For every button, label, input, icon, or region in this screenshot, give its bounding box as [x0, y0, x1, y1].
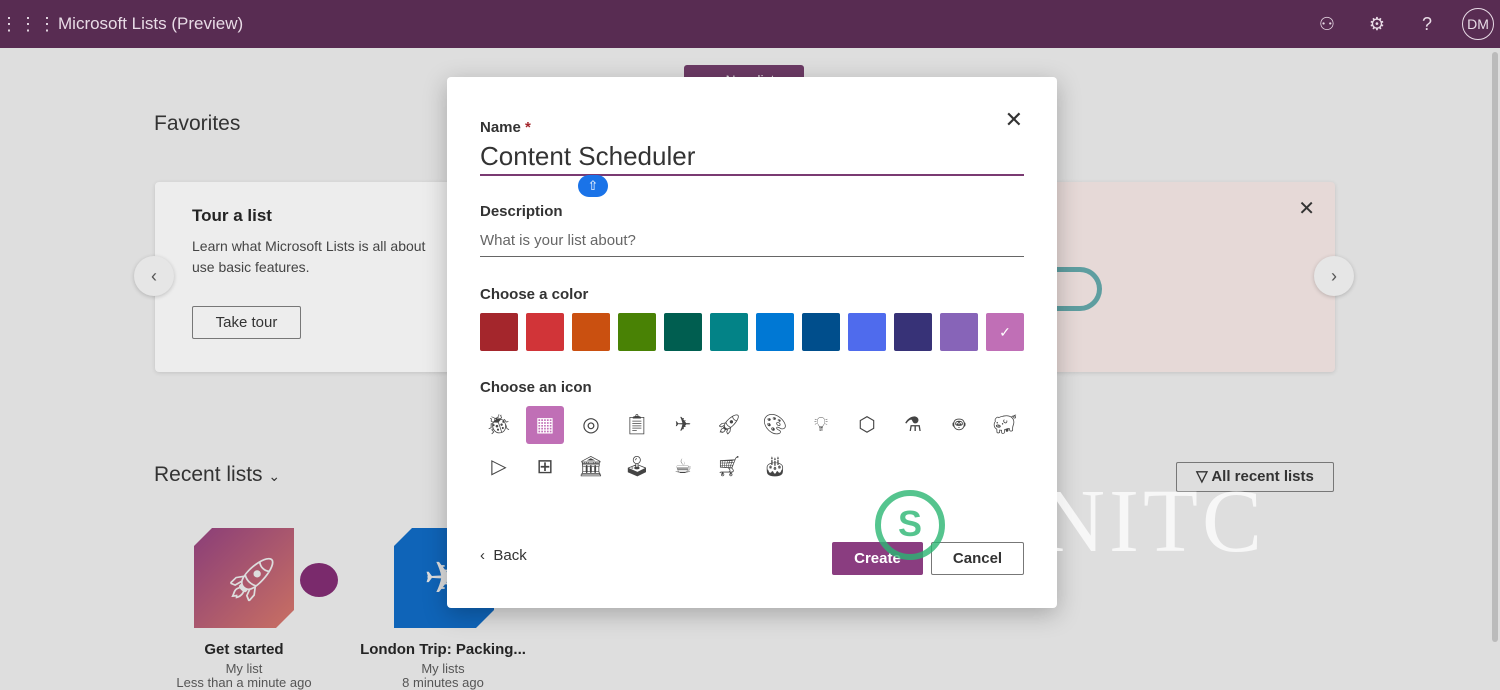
- cursor-icon: ⇧: [578, 175, 608, 197]
- medical-kit-icon[interactable]: ⊞: [526, 448, 564, 486]
- list-owner: My lists: [421, 661, 465, 676]
- recent-lists-heading[interactable]: Recent lists ⌄: [154, 463, 280, 487]
- color-swatch[interactable]: [480, 313, 518, 351]
- color-swatch[interactable]: [618, 313, 656, 351]
- cake-icon[interactable]: 🎂︎: [756, 448, 794, 486]
- beaker-icon[interactable]: ⚗: [894, 406, 932, 444]
- coffee-icon[interactable]: ☕︎: [664, 448, 702, 486]
- app-title[interactable]: Microsoft Lists (Preview): [58, 14, 243, 34]
- color-swatch[interactable]: [710, 313, 748, 351]
- carousel-prev-button[interactable]: ‹: [134, 256, 174, 296]
- create-list-dialog: ✕ Name * Content Scheduler ⇧ Description…: [447, 77, 1057, 608]
- joystick-icon[interactable]: 🕹︎: [618, 448, 656, 486]
- rocket-icon[interactable]: 🚀︎: [710, 406, 748, 444]
- list-time: Less than a minute ago: [176, 675, 312, 690]
- robot-icon[interactable]: 🤖︎: [940, 406, 978, 444]
- cube-icon[interactable]: ⬡: [848, 406, 886, 444]
- help-icon[interactable]: ?: [1402, 14, 1452, 35]
- color-swatch[interactable]: [664, 313, 702, 351]
- waffle-icon[interactable]: ⋮⋮⋮: [0, 14, 56, 35]
- piggy-bank-icon[interactable]: 🐖︎: [986, 406, 1024, 444]
- new-badge: [300, 563, 338, 597]
- list-name[interactable]: London Trip: Packing...: [343, 641, 543, 658]
- play-icon[interactable]: ▷: [480, 448, 518, 486]
- color-swatch[interactable]: [526, 313, 564, 351]
- color-swatch[interactable]: ✓: [986, 313, 1024, 351]
- tour-card: Tour a list Learn what Microsoft Lists i…: [155, 182, 485, 372]
- watermark-logo: S: [875, 490, 945, 560]
- back-button[interactable]: ‹ Back: [480, 547, 527, 564]
- list-time: 8 minutes ago: [402, 675, 484, 690]
- top-bar: ⋮⋮⋮ Microsoft Lists (Preview) ⚇ ⚙ ? DM: [0, 0, 1500, 48]
- list-tile-get-started[interactable]: 🚀︎: [194, 528, 294, 628]
- chevron-down-icon: ⌄: [268, 468, 281, 484]
- carousel-next-button[interactable]: ›: [1314, 256, 1354, 296]
- favorites-heading: Favorites: [154, 112, 241, 135]
- description-label: Description: [480, 203, 563, 220]
- bug-icon[interactable]: 🐞︎: [480, 406, 518, 444]
- icon-label: Choose an icon: [480, 379, 592, 396]
- promo-card: ✕: [1030, 182, 1335, 372]
- palette-icon[interactable]: 🎨︎: [756, 406, 794, 444]
- back-label: Back: [493, 547, 527, 564]
- airplane-icon[interactable]: ✈: [664, 406, 702, 444]
- color-swatch[interactable]: [802, 313, 840, 351]
- tour-text: Learn what Microsoft Lists is all about: [192, 238, 426, 254]
- name-input[interactable]: Content Scheduler: [480, 141, 1024, 176]
- target-icon[interactable]: ◎: [572, 406, 610, 444]
- tour-title: Tour a list: [192, 206, 272, 225]
- cart-icon[interactable]: 🛒︎: [710, 448, 748, 486]
- color-swatch[interactable]: [940, 313, 978, 351]
- rocket-icon: 🚀︎: [224, 555, 280, 604]
- clipboard-icon[interactable]: 📋︎: [618, 406, 656, 444]
- recent-lists-label: Recent lists: [154, 463, 263, 486]
- take-tour-button[interactable]: Take tour: [192, 306, 301, 339]
- calendar-icon[interactable]: ▦: [526, 406, 564, 444]
- icon-picker: 🐞︎ ▦ ◎ 📋︎ ✈ 🚀︎ 🎨︎ 💡︎ ⬡ ⚗ 🤖︎ 🐖︎ ▷ ⊞ 🏛︎ 🕹︎ ☕︎ 🛒︎ 🎂︎: [480, 406, 1040, 486]
- watermark: NITC: [1040, 472, 1266, 571]
- close-icon[interactable]: ✕: [1005, 107, 1023, 133]
- color-swatch[interactable]: [572, 313, 610, 351]
- scrollbar[interactable]: [1492, 52, 1498, 642]
- close-icon[interactable]: ✕: [1298, 196, 1315, 221]
- color-swatch[interactable]: [848, 313, 886, 351]
- chevron-left-icon: ‹: [480, 547, 485, 564]
- color-picker: ✓: [480, 313, 1024, 351]
- color-label: Choose a color: [480, 286, 589, 303]
- cancel-button[interactable]: Cancel: [931, 542, 1024, 575]
- name-label: Name *: [480, 119, 531, 136]
- tour-text-2: use basic features.: [192, 259, 310, 275]
- list-owner: My list: [225, 661, 263, 676]
- gear-icon[interactable]: ⚙: [1352, 14, 1402, 35]
- bank-icon[interactable]: 🏛︎: [572, 448, 610, 486]
- arrow-illustration: [1052, 267, 1102, 311]
- list-name[interactable]: Get started: [144, 641, 344, 658]
- color-swatch[interactable]: [894, 313, 932, 351]
- color-swatch[interactable]: [756, 313, 794, 351]
- lightbulb-icon[interactable]: 💡︎: [802, 406, 840, 444]
- description-input[interactable]: [480, 232, 1024, 257]
- avatar[interactable]: DM: [1462, 8, 1494, 40]
- share-icon[interactable]: ⚇: [1302, 14, 1352, 35]
